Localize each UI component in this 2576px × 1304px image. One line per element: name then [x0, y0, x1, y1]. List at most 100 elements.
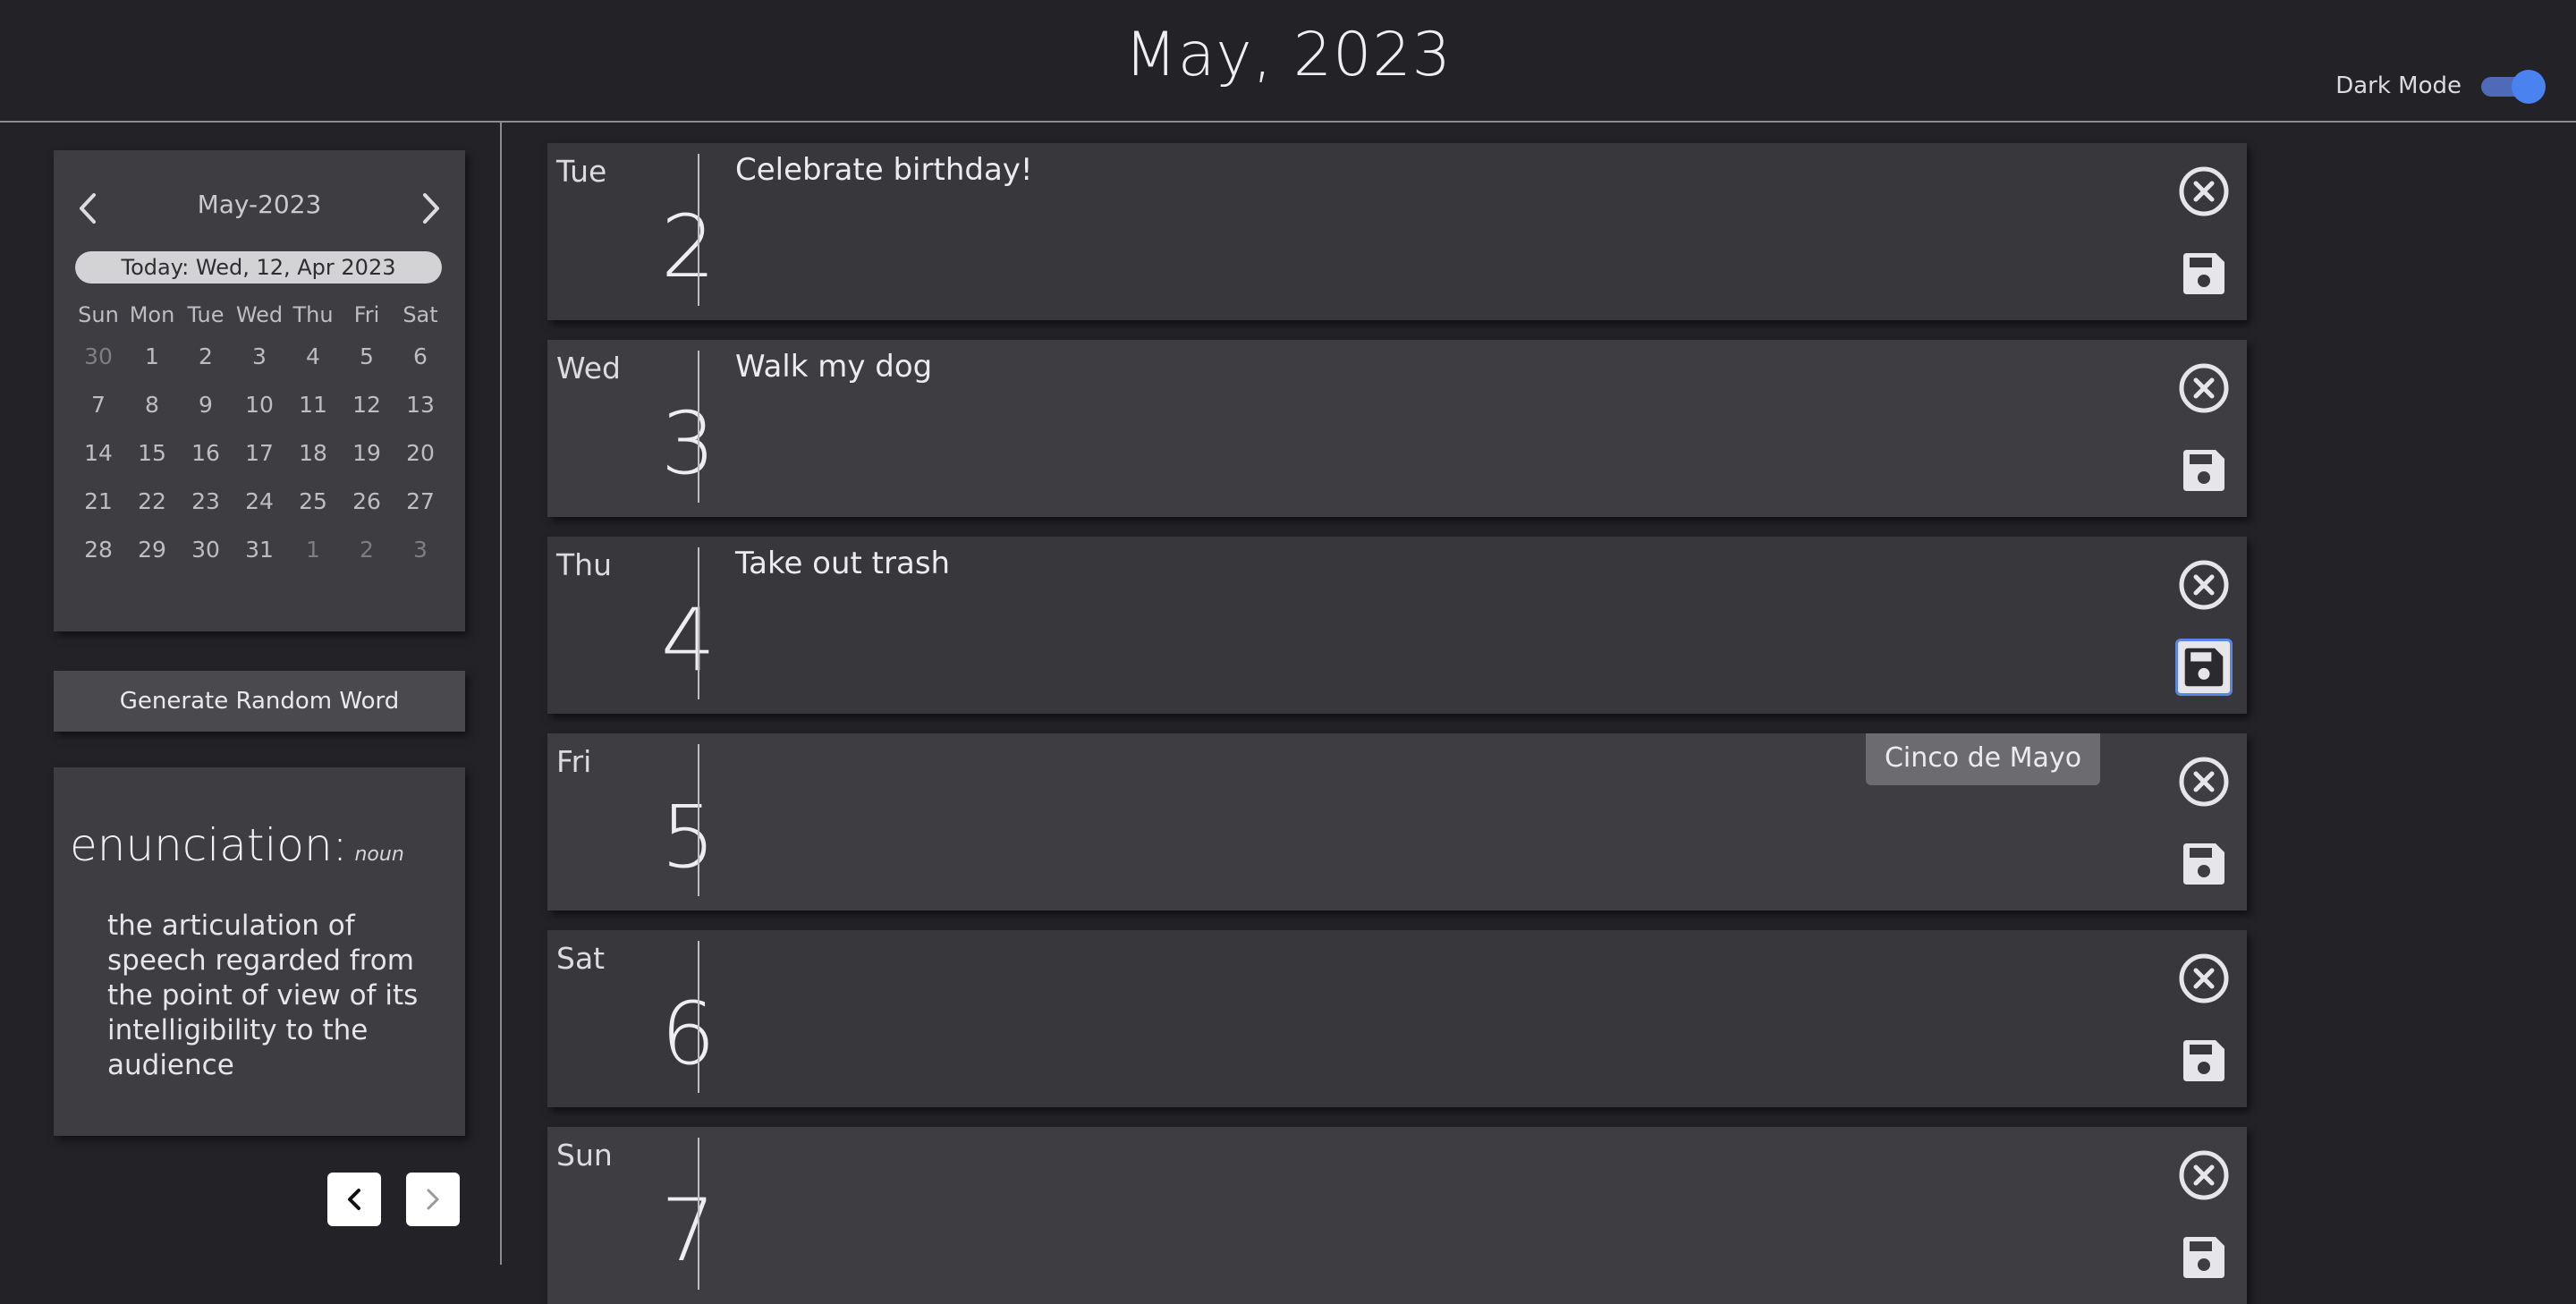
calendar-day[interactable]: 30 [179, 526, 233, 574]
dark-mode-toggle[interactable] [2478, 70, 2546, 104]
day-number: 5 [660, 787, 716, 887]
close-circle-icon [2179, 953, 2229, 1003]
calendar-day[interactable]: 8 [125, 381, 179, 429]
calendar-day[interactable]: 25 [286, 478, 340, 526]
close-circle-icon [2179, 166, 2229, 216]
page-title: May, 2023 [1124, 20, 1452, 90]
floppy-disk-icon [2183, 843, 2224, 885]
calendar-day[interactable]: 31 [233, 526, 286, 574]
calendar-day[interactable]: 19 [340, 429, 394, 478]
word-term-line: enunciation: noun [70, 819, 404, 871]
clear-note-button[interactable] [2177, 952, 2231, 1005]
clear-note-button[interactable] [2177, 755, 2231, 809]
calendar-weekday-header: Wed [235, 302, 284, 327]
chevron-right-icon [427, 1189, 439, 1210]
close-circle-icon [2179, 560, 2229, 610]
calendar-day[interactable]: 11 [286, 381, 340, 429]
day-note-input[interactable]: Celebrate birthday! [735, 152, 2041, 304]
save-note-button[interactable] [2175, 1229, 2233, 1286]
calendar-day[interactable]: 26 [340, 478, 394, 526]
calendar-day[interactable]: 16 [179, 429, 233, 478]
day-note-input[interactable] [735, 742, 2041, 894]
chevron-right-icon [423, 193, 439, 224]
calendar-day[interactable]: 1 [286, 526, 340, 574]
calendar-day[interactable]: 23 [179, 478, 233, 526]
floppy-disk-icon [2183, 450, 2224, 491]
word-term: enunciation: [70, 819, 348, 871]
calendar-day[interactable]: 1 [125, 333, 179, 381]
calendar-day[interactable]: 4 [286, 333, 340, 381]
calendar-day[interactable]: 18 [286, 429, 340, 478]
calendar-day[interactable]: 27 [394, 478, 447, 526]
calendar-day[interactable]: 2 [340, 526, 394, 574]
word-part-of-speech: noun [354, 843, 404, 866]
calendar-next-month-button[interactable] [413, 186, 449, 231]
floppy-disk-icon [2183, 1237, 2224, 1278]
previous-page-button[interactable] [327, 1173, 381, 1226]
day-separator [698, 941, 699, 1093]
calendar-day[interactable]: 2 [179, 333, 233, 381]
day-weekday: Thu [556, 547, 612, 582]
calendar-day[interactable]: 21 [72, 478, 125, 526]
day-separator [698, 154, 699, 306]
floppy-disk-icon [2183, 1040, 2224, 1081]
word-definition: the articulation of speech regarded from… [107, 910, 419, 1081]
day-weekday: Sat [556, 941, 606, 976]
calendar-day[interactable]: 12 [340, 381, 394, 429]
sidebar-divider [500, 123, 502, 1265]
day-note-input[interactable]: Take out trash [735, 546, 2041, 698]
day-separator [698, 1138, 699, 1290]
calendar-day[interactable]: 9 [179, 381, 233, 429]
clear-note-button[interactable] [2177, 165, 2231, 218]
clear-note-button[interactable] [2177, 1148, 2231, 1202]
calendar-day[interactable]: 22 [125, 478, 179, 526]
floppy-disk-icon [2184, 648, 2224, 687]
save-note-button[interactable] [2175, 639, 2233, 696]
day-row: Fri 5 Cinco de Mayo [547, 733, 2247, 910]
calendar-day[interactable]: 30 [72, 333, 125, 381]
mini-calendar: May-2023 Today: Wed, 12, Apr 2023 Sun Mon… [54, 150, 465, 631]
day-number: 7 [660, 1181, 716, 1281]
day-separator [698, 351, 699, 503]
calendar-day[interactable]: 20 [394, 429, 447, 478]
calendar-day[interactable]: 15 [125, 429, 179, 478]
calendar-day[interactable]: 7 [72, 381, 125, 429]
calendar-weekday-header: Tue [187, 302, 225, 327]
calendar-day[interactable]: 14 [72, 429, 125, 478]
calendar-day[interactable]: 17 [233, 429, 286, 478]
calendar-day[interactable]: 29 [125, 526, 179, 574]
day-row: Sun 7 [547, 1127, 2247, 1304]
clear-note-button[interactable] [2177, 558, 2231, 612]
day-row: Sat 6 [547, 930, 2247, 1107]
calendar-today-label[interactable]: Today: Wed, 12, Apr 2023 [75, 251, 442, 284]
calendar-weekday-header: Thu [292, 302, 334, 327]
save-note-button[interactable] [2175, 245, 2233, 302]
calendar-day[interactable]: 10 [233, 381, 286, 429]
dark-mode-label: Dark Mode [2335, 72, 2462, 99]
generate-random-word-button[interactable]: Generate Random Word [54, 671, 465, 732]
save-note-button[interactable] [2175, 1032, 2233, 1089]
calendar-day[interactable]: 13 [394, 381, 447, 429]
day-note-input[interactable]: Walk my dog [735, 349, 2041, 501]
close-circle-icon [2179, 363, 2229, 413]
calendar-day[interactable]: 3 [233, 333, 286, 381]
day-note-input[interactable] [735, 939, 2041, 1091]
holiday-tag: Cinco de Mayo [1866, 733, 2100, 785]
calendar-day[interactable]: 24 [233, 478, 286, 526]
save-note-button[interactable] [2175, 835, 2233, 893]
calendar-day[interactable]: 28 [72, 526, 125, 574]
calendar-day[interactable]: 3 [394, 526, 447, 574]
clear-note-button[interactable] [2177, 361, 2231, 415]
header: May, 2023 Dark Mode [0, 0, 2576, 123]
day-weekday: Sun [556, 1138, 613, 1173]
day-note-input[interactable] [735, 1136, 2041, 1288]
day-separator [698, 744, 699, 896]
calendar-day[interactable]: 6 [394, 333, 447, 381]
next-page-button[interactable] [406, 1173, 460, 1226]
toggle-knob [2512, 70, 2546, 104]
calendar-weekday-header: Mon [129, 302, 175, 327]
save-note-button[interactable] [2175, 442, 2233, 499]
calendar-weekday-header: Fri [353, 302, 380, 327]
day-number: 3 [660, 394, 716, 494]
calendar-day[interactable]: 5 [340, 333, 394, 381]
